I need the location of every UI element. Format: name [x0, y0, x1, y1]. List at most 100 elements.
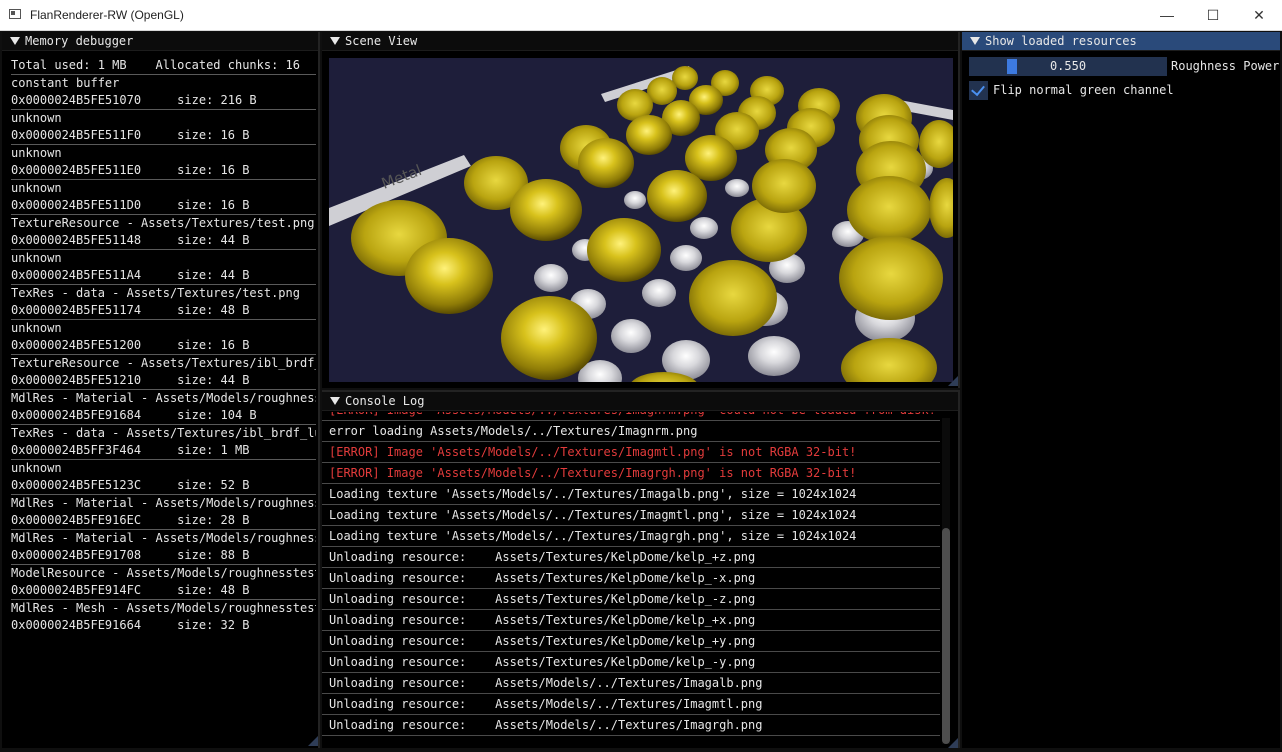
flip-normal-checkbox[interactable] [969, 81, 988, 100]
memory-entry: TexRes - data - Assets/Textures/ibl_brdf… [11, 424, 316, 459]
resize-grip[interactable] [308, 736, 318, 746]
memory-entry-name: ModelResource - Assets/Models/roughnesst… [11, 566, 316, 580]
memory-entry: unknown 0x0000024B5FE511F0 size: 16 B [11, 109, 316, 144]
memory-entry: MdlRes - Material - Assets/Models/roughn… [11, 529, 316, 564]
memory-entry: MdlRes - Material - Assets/Models/roughn… [11, 494, 316, 529]
flip-normal-label: Flip normal green channel [993, 83, 1174, 97]
memory-entry-name: unknown [11, 321, 62, 335]
console-scrollbar-thumb[interactable] [942, 528, 950, 744]
collapse-arrow-icon[interactable] [10, 37, 20, 45]
log-line: Unloading resource: Assets/Textures/Kelp… [322, 547, 940, 568]
memory-entry: unknown 0x0000024B5FE511E0 size: 16 B [11, 144, 316, 179]
memory-entry: unknown 0x0000024B5FE511A4 size: 44 B [11, 249, 316, 284]
memory-entry-detail: 0x0000024B5FE91708 size: 88 B [11, 548, 250, 562]
memory-entry-name: unknown [11, 146, 62, 160]
memory-entry-detail: 0x0000024B5FE51210 size: 44 B [11, 373, 250, 387]
log-line: Unloading resource: Assets/Textures/Kelp… [322, 589, 940, 610]
memory-debugger-panel: Memory debugger Total used: 1 MB Allocat… [2, 32, 320, 748]
log-line: Unloading resource: Assets/Textures/Kelp… [322, 568, 940, 589]
memory-entry: TexRes - data - Assets/Textures/test.png… [11, 284, 316, 319]
log-line-error: [ERROR] Image 'Assets/Models/../Textures… [322, 463, 940, 484]
memory-entry-name: TextureResource - Assets/Textures/test.p… [11, 216, 315, 230]
scene-view-title: Scene View [345, 34, 418, 48]
memory-entry-name: unknown [11, 251, 62, 265]
scene-view-panel: Scene View Metal [322, 32, 960, 388]
log-line-error: [ERROR] Image 'Assets/Models/../Textures… [322, 442, 940, 463]
memory-entry-detail: 0x0000024B5FE51200 size: 16 B [11, 338, 250, 352]
scene-render: Metal [329, 58, 953, 382]
memory-entry-detail: 0x0000024B5FE91684 size: 104 B [11, 408, 257, 422]
memory-entry: constant buffer 0x0000024B5FE51070 size: … [11, 74, 316, 109]
collapse-arrow-icon[interactable] [330, 37, 340, 45]
memory-entry-detail: 0x0000024B5FE916EC size: 28 B [11, 513, 250, 527]
memory-entry-name: MdlRes - Material - Assets/Models/roughn… [11, 496, 316, 510]
console-scrollbar[interactable] [942, 418, 950, 744]
memory-entry: TextureResource - Assets/Textures/ibl_br… [11, 354, 316, 389]
memory-entry-detail: 0x0000024B5FE91664 size: 32 B [11, 618, 250, 632]
log-line: error loading Assets/Models/../Textures/… [322, 421, 940, 442]
resize-grip[interactable] [948, 376, 958, 386]
console-log-title: Console Log [345, 394, 425, 408]
log-line: Unloading resource: Assets/Models/../Tex… [322, 715, 940, 736]
maximize-button[interactable]: ☐ [1190, 0, 1236, 30]
window-title: FlanRenderer-RW (OpenGL) [30, 8, 184, 22]
memory-debugger-title: Memory debugger [25, 34, 134, 48]
memory-entry-name: unknown [11, 111, 62, 125]
resize-grip[interactable] [948, 738, 958, 748]
memory-entry-detail: 0x0000024B5FF3F464 size: 1 MB [11, 443, 250, 457]
memory-entry-name: unknown [11, 181, 62, 195]
memory-entry-name: MdlRes - Material - Assets/Models/roughn… [11, 531, 316, 545]
log-line: Unloading resource: Assets/Textures/Kelp… [322, 610, 940, 631]
roughness-power-slider[interactable]: 0.550 [969, 57, 1167, 76]
memory-entry: ModelResource - Assets/Models/roughnesst… [11, 564, 316, 599]
checkmark-icon [971, 81, 985, 97]
memory-entry-detail: 0x0000024B5FE511D0 size: 16 B [11, 198, 250, 212]
log-line: Unloading resource: Assets/Textures/Kelp… [322, 631, 940, 652]
log-line: Unloading resource: Assets/Models/../Tex… [322, 694, 940, 715]
collapse-arrow-icon[interactable] [970, 37, 980, 45]
log-line-error: [ERROR] Image 'Assets/Models/../Textures… [322, 412, 940, 421]
minimize-button[interactable]: — [1144, 0, 1190, 30]
memory-entry-detail: 0x0000024B5FE511A4 size: 44 B [11, 268, 250, 282]
memory-entry-detail: 0x0000024B5FE51070 size: 216 B [11, 93, 257, 107]
memory-entry-name: TextureResource - Assets/Textures/ibl_br… [11, 356, 316, 370]
memory-entry: MdlRes - Material - Assets/Models/roughn… [11, 389, 316, 424]
memory-entry-name: constant buffer [11, 76, 120, 90]
log-line: Loading texture 'Assets/Models/../Textur… [322, 505, 940, 526]
log-line: Unloading resource: Assets/Textures/Kelp… [322, 652, 940, 673]
app-icon [9, 9, 21, 19]
console-log-header[interactable]: Console Log [322, 392, 958, 411]
console-log-list[interactable]: [ERROR] Image 'Assets/Models/../Textures… [322, 412, 940, 748]
memory-entry-name: unknown [11, 461, 62, 475]
memory-entry: MdlRes - Mesh - Assets/Models/roughnesst… [11, 599, 316, 634]
close-button[interactable]: ✕ [1236, 0, 1282, 30]
collapse-arrow-icon[interactable] [330, 397, 340, 405]
console-log-panel: Console Log [ERROR] Image 'Assets/Models… [322, 390, 960, 748]
memory-debugger-header[interactable]: Memory debugger [2, 32, 318, 51]
window-title-bar[interactable]: FlanRenderer-RW (OpenGL) — ☐ ✕ [0, 0, 1282, 31]
memory-entry-detail: 0x0000024B5FE5123C size: 52 B [11, 478, 250, 492]
memory-entry-detail: 0x0000024B5FE511E0 size: 16 B [11, 163, 250, 177]
log-line: Unloading resource: Assets/Models/../Tex… [322, 673, 940, 694]
memory-entry: unknown 0x0000024B5FE511D0 size: 16 B [11, 179, 316, 214]
memory-entry-detail: 0x0000024B5FE914FC size: 48 B [11, 583, 250, 597]
memory-entry: TextureResource - Assets/Textures/test.p… [11, 214, 316, 249]
memory-entry: unknown 0x0000024B5FE51200 size: 16 B [11, 319, 316, 354]
memory-entry-name: MdlRes - Mesh - Assets/Models/roughnesst… [11, 601, 316, 615]
memory-total: Total used: 1 MB Allocated chunks: 16 [11, 58, 300, 72]
memory-entry-detail: 0x0000024B5FE511F0 size: 16 B [11, 128, 250, 142]
roughness-value: 0.550 [1049, 59, 1087, 73]
memory-entry-detail: 0x0000024B5FE51148 size: 44 B [11, 233, 250, 247]
loaded-resources-title: Show loaded resources [985, 34, 1137, 48]
scene-viewport[interactable]: Metal [329, 58, 953, 382]
memory-entry-name: MdlRes - Material - Assets/Models/roughn… [11, 391, 316, 405]
memory-entry-name: TexRes - data - Assets/Textures/test.png [11, 286, 300, 300]
log-line: Loading texture 'Assets/Models/../Textur… [322, 484, 940, 505]
memory-entry-name: TexRes - data - Assets/Textures/ibl_brdf… [11, 426, 316, 440]
loaded-resources-header[interactable]: Show loaded resources [962, 32, 1280, 51]
log-line: Loading texture 'Assets/Models/../Textur… [322, 526, 940, 547]
scene-view-header[interactable]: Scene View [322, 32, 958, 51]
memory-entry-detail: 0x0000024B5FE51174 size: 48 B [11, 303, 250, 317]
roughness-power-label: Roughness Power [1171, 59, 1280, 73]
memory-entry: unknown 0x0000024B5FE5123C size: 52 B [11, 459, 316, 494]
